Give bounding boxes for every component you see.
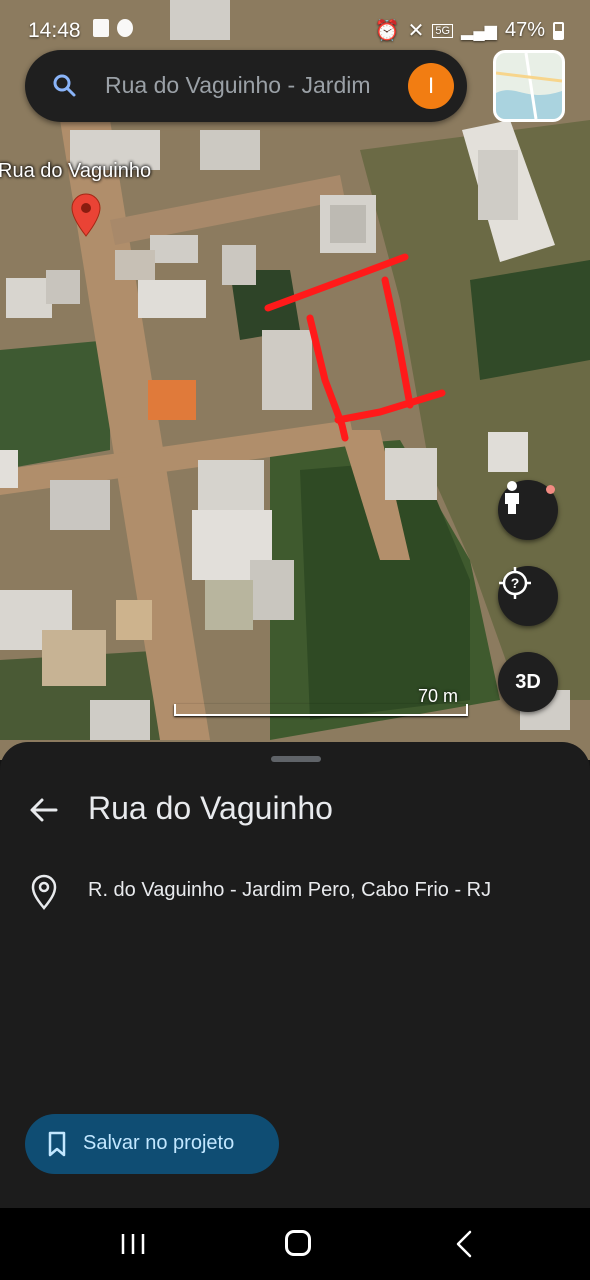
gps-icon: ? (499, 567, 531, 599)
system-nav-bar (0, 1208, 590, 1280)
bookmark-icon (48, 1131, 66, 1157)
mute-icon: ✕ (407, 20, 425, 42)
save-to-project-label: Salvar no projeto (83, 1132, 235, 1154)
map-scale: 70 m (174, 686, 468, 716)
scale-bar (174, 704, 468, 716)
street-label: Rua do Vaguinho (0, 160, 152, 182)
mail-icon (93, 19, 109, 37)
battery-icon (553, 21, 564, 40)
search-input[interactable]: Rua do Vaguinho - Jardim (105, 72, 395, 100)
map-layers-button[interactable] (493, 50, 565, 122)
search-icon (53, 74, 76, 97)
recent-apps-icon[interactable] (120, 1233, 146, 1255)
status-time: 14:48 (28, 19, 81, 42)
home-icon[interactable] (285, 1230, 311, 1256)
pegman-icon (505, 481, 519, 514)
place-address[interactable]: R. do Vaguinho - Jardim Pero, Cabo Frio … (88, 879, 491, 902)
signal-icon: ▂▄▆ (461, 22, 497, 40)
alarm-status-icon: ⏰ (374, 20, 400, 42)
drag-handle[interactable] (271, 756, 321, 762)
system-status: ⏰ ✕ 5G ▂▄▆ 47% (375, 18, 564, 43)
system-back-icon[interactable] (454, 1230, 474, 1258)
place-title: Rua do Vaguinho (88, 790, 333, 826)
account-avatar[interactable]: I (408, 63, 454, 109)
map-thumbnail-icon (496, 53, 562, 119)
notification-dot (546, 485, 555, 494)
battery-level: 47% (504, 19, 545, 41)
search-bar[interactable]: Rua do Vaguinho - Jardim I (25, 50, 467, 122)
street-view-button[interactable] (498, 480, 558, 540)
place-sheet: Rua do Vaguinho R. do Vaguinho - Jardim … (0, 742, 590, 1208)
svg-text:?: ? (511, 575, 520, 591)
alarm-icon (117, 19, 133, 37)
network-type: 5G (432, 23, 454, 38)
my-location-button[interactable]: ? (498, 566, 558, 626)
save-to-project-button[interactable]: Salvar no projeto (25, 1114, 279, 1174)
back-arrow-icon[interactable] (28, 794, 60, 826)
3d-toggle-button[interactable]: 3D (498, 652, 558, 712)
location-pin-icon (31, 874, 57, 910)
notification-icons (93, 19, 133, 37)
